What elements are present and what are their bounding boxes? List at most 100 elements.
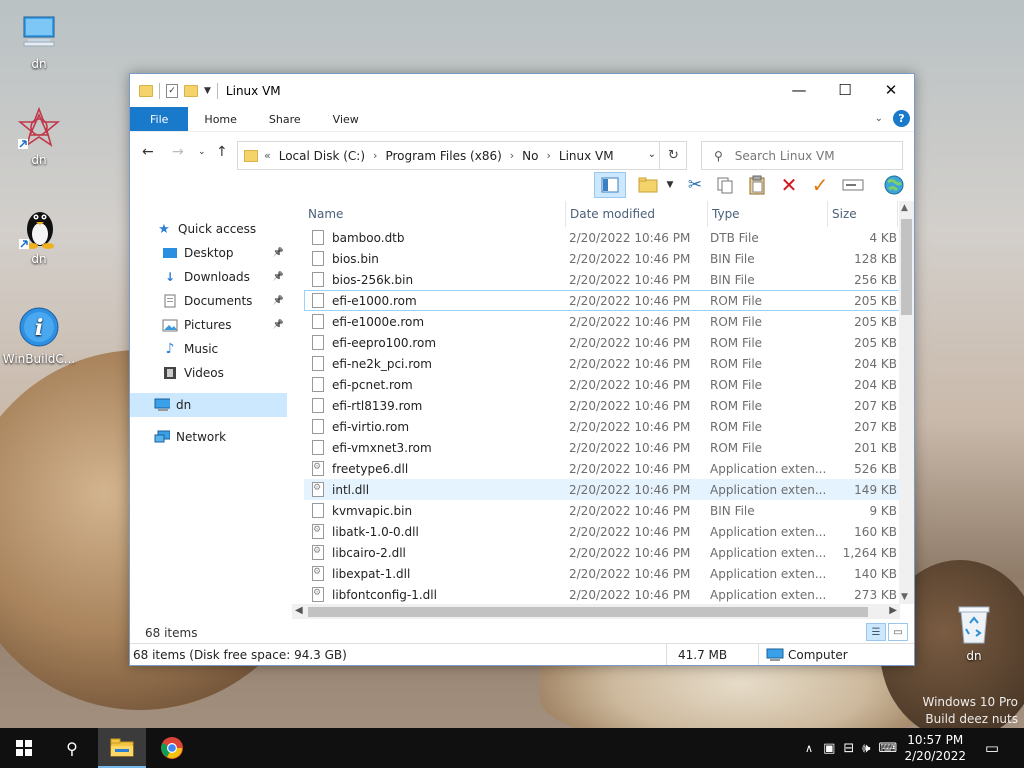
column-header-date[interactable]: Date modified — [566, 201, 708, 227]
search-box[interactable]: ⚲ Search Linux VM — [701, 141, 903, 170]
pin-icon[interactable]: 📌 — [273, 272, 284, 282]
nav-item-documents[interactable]: Documents 📌 — [130, 289, 287, 313]
volume-icon[interactable]: 🕪 — [862, 741, 870, 756]
notifications-icon[interactable]: ▭ — [978, 728, 1006, 768]
horizontal-scroll-thumb[interactable] — [308, 607, 868, 617]
nav-item-quick-access[interactable]: ★ Quick access — [130, 217, 287, 241]
details-view-icon[interactable]: ☰ — [866, 623, 886, 641]
desktop-icon-winbuild[interactable]: i WinBuildC... — [1, 305, 77, 366]
show-hidden-icons-icon[interactable]: ∧ — [805, 742, 813, 755]
copy-icon[interactable] — [712, 172, 738, 198]
table-row[interactable]: efi-e1000e.rom 2/20/2022 10:46 PM ROM File… — [304, 311, 914, 332]
table-row[interactable]: efi-virtio.rom 2/20/2022 10:46 PM ROM File… — [304, 416, 914, 437]
table-row[interactable]: bios-256k.bin 2/20/2022 10:46 PM BIN File 2… — [304, 269, 914, 290]
nav-item-pictures[interactable]: Pictures 📌 — [130, 313, 287, 337]
close-button[interactable]: ✕ — [868, 74, 914, 106]
new-folder-icon[interactable] — [184, 84, 198, 97]
breadcrumb-separator[interactable]: › — [373, 149, 377, 162]
breadcrumb-separator[interactable]: › — [510, 149, 514, 162]
new-folder-toolbar-icon[interactable] — [634, 172, 662, 198]
breadcrumb-program-files[interactable]: Program Files (x86) — [385, 149, 501, 163]
nav-item-desktop[interactable]: Desktop 📌 — [130, 241, 287, 265]
expand-ribbon-icon[interactable]: ⌄ — [875, 113, 883, 124]
delete-icon[interactable]: ✕ — [776, 172, 802, 198]
pin-icon[interactable]: 📌 — [273, 320, 284, 330]
breadcrumb-separator[interactable]: › — [547, 149, 551, 162]
nav-item-downloads[interactable]: ↓ Downloads 📌 — [130, 265, 287, 289]
address-bar[interactable]: « Local Disk (C:) › Program Files (x86) … — [237, 141, 687, 170]
dropdown-arrow-icon[interactable]: ▼ — [664, 172, 676, 198]
customize-toolbar-icon[interactable]: ▼ — [204, 86, 211, 96]
table-row[interactable]: efi-eepro100.rom 2/20/2022 10:46 PM ROM Fi… — [304, 332, 914, 353]
search-input[interactable]: Search Linux VM — [735, 149, 835, 163]
table-row[interactable]: bamboo.dtb 2/20/2022 10:46 PM DTB File 4 KB — [304, 227, 914, 248]
nav-item-dn[interactable]: dn — [130, 393, 287, 417]
address-dropdown-icon[interactable]: ⌄ — [648, 149, 656, 160]
paste-icon[interactable] — [744, 172, 770, 198]
scroll-right-icon[interactable]: ▶ — [889, 605, 897, 616]
table-row[interactable]: efi-vmxnet3.rom 2/20/2022 10:46 PM ROM Fil… — [304, 437, 914, 458]
preview-pane-icon[interactable] — [594, 172, 626, 198]
breadcrumb-local-disk[interactable]: Local Disk (C:) — [279, 149, 365, 163]
desktop-icon-app-shortcut[interactable]: dn — [1, 106, 77, 167]
properties-icon[interactable]: ✓ — [166, 83, 178, 98]
table-row[interactable]: intl.dll 2/20/2022 10:46 PM Application ex… — [304, 479, 914, 500]
table-row[interactable]: freetype6.dll 2/20/2022 10:46 PM Applicati… — [304, 458, 914, 479]
table-row[interactable]: kvmvapic.bin 2/20/2022 10:46 PM BIN File 9 … — [304, 500, 914, 521]
table-row[interactable]: libfontconfig-1.dll 2/20/2022 10:46 PM App… — [304, 584, 914, 605]
pin-icon[interactable]: 📌 — [273, 296, 284, 306]
network-icon[interactable]: ⊟ — [843, 741, 854, 756]
tab-file[interactable]: File — [130, 107, 189, 131]
title-bar[interactable]: ✓ ▼ Linux VM — ☐ ✕ — [130, 74, 914, 107]
desktop-icon-this-pc[interactable]: dn — [1, 10, 77, 71]
globe-icon[interactable] — [880, 172, 908, 198]
up-arrow-icon[interactable]: ↑ — [216, 144, 228, 160]
horizontal-scrollbar[interactable]: ◀ ▶ — [292, 604, 900, 619]
breadcrumb-linux-vm[interactable]: Linux VM — [559, 149, 614, 163]
scroll-up-icon[interactable]: ▲ — [901, 203, 908, 213]
table-row[interactable]: bios.bin 2/20/2022 10:46 PM BIN File 128 KB — [304, 248, 914, 269]
recent-locations-icon[interactable]: ⌄ — [198, 147, 206, 157]
taskbar-file-explorer[interactable] — [98, 728, 146, 768]
keyboard-icon[interactable]: ⌨ — [878, 741, 897, 756]
tab-home[interactable]: Home — [188, 107, 252, 131]
rename-icon[interactable] — [840, 172, 866, 198]
table-row[interactable]: libexpat-1.dll 2/20/2022 10:46 PM Applicat… — [304, 563, 914, 584]
tab-view[interactable]: View — [317, 107, 375, 131]
scroll-down-icon[interactable]: ▼ — [901, 592, 908, 602]
taskbar-chrome[interactable] — [148, 728, 196, 768]
refresh-button[interactable]: ↻ — [659, 141, 687, 170]
clock[interactable]: 10:57 PM 2/20/2022 — [904, 732, 966, 764]
column-header-size[interactable]: Size — [828, 201, 898, 227]
table-row[interactable]: efi-pcnet.rom 2/20/2022 10:46 PM ROM File 2… — [304, 374, 914, 395]
table-row[interactable]: libatk-1.0-0.dll 2/20/2022 10:46 PM Applic… — [304, 521, 914, 542]
scroll-left-icon[interactable]: ◀ — [295, 605, 303, 616]
desktop-icon-linux[interactable]: dn — [1, 205, 77, 266]
nav-item-videos[interactable]: Videos — [130, 361, 287, 385]
scroll-thumb[interactable] — [901, 219, 912, 315]
nav-item-music[interactable]: ♪ Music — [130, 337, 287, 361]
help-button[interactable]: ? — [893, 110, 910, 127]
nav-item-network[interactable]: Network — [130, 425, 287, 449]
start-button[interactable] — [0, 728, 48, 768]
pin-icon[interactable]: 📌 — [273, 248, 284, 258]
desktop-icon-recycle-bin[interactable]: dn — [936, 602, 1012, 663]
checkmark-icon[interactable]: ✓ — [806, 172, 834, 198]
back-arrow-icon[interactable]: ← — [142, 144, 154, 160]
action-center-notify-icon[interactable]: ▣ — [823, 741, 835, 756]
tab-share[interactable]: Share — [253, 107, 317, 131]
table-row[interactable]: efi-ne2k_pci.rom 2/20/2022 10:46 PM ROM Fi… — [304, 353, 914, 374]
large-icons-view-icon[interactable]: ▭ — [888, 623, 908, 641]
table-row[interactable]: efi-e1000.rom 2/20/2022 10:46 PM ROM File 2… — [304, 290, 914, 311]
table-row[interactable]: libcairo-2.dll 2/20/2022 10:46 PM Applicat… — [304, 542, 914, 563]
cut-icon[interactable]: ✂ — [682, 172, 708, 198]
table-row[interactable]: efi-rtl8139.rom 2/20/2022 10:46 PM ROM Fil… — [304, 395, 914, 416]
vertical-scrollbar[interactable]: ▲ ▼ — [899, 201, 914, 604]
search-icon[interactable]: ⚲ — [48, 728, 96, 768]
minimize-button[interactable]: — — [776, 74, 822, 106]
breadcrumb-no[interactable]: No — [522, 149, 538, 163]
maximize-button[interactable]: ☐ — [822, 74, 868, 106]
forward-arrow-icon[interactable]: → — [172, 144, 184, 160]
column-header-type[interactable]: Type — [708, 201, 828, 227]
breadcrumb-overflow[interactable]: « — [264, 149, 271, 162]
